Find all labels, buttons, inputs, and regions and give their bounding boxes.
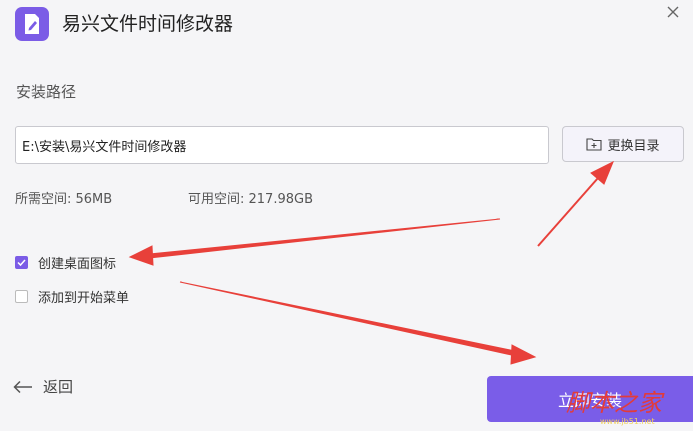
install-path-label: 安装路径 [16,83,77,101]
annotation-arrowhead-install [510,344,537,365]
desktop-shortcut-option[interactable]: 创建桌面图标 [15,253,116,272]
required-space: 所需空间: 56MB [15,192,113,207]
arrow-left-icon [13,380,32,393]
installer-window: 易兴文件时间修改器 安装路径 更换目录 所需空间: 56MB 可用空间: 217… [0,0,693,431]
start-menu-label: 添加到开始菜单 [38,291,130,306]
folder-add-icon [586,138,603,151]
annotation-arrow-install [179,281,517,357]
annotation-arrow-browse [537,177,599,247]
annotation-arrows [128,160,614,365]
desktop-shortcut-checkbox[interactable] [15,256,28,269]
app-title: 易兴文件时间修改器 [62,13,234,35]
annotation-arrowhead-browse [590,160,614,185]
app-icon [15,7,49,41]
checkmark-icon [17,259,26,267]
install-path-input[interactable] [15,126,549,164]
start-menu-option[interactable]: 添加到开始菜单 [15,287,129,306]
back-button[interactable]: 返回 [13,376,73,397]
document-edit-icon [25,14,39,34]
start-menu-checkbox[interactable] [15,290,28,303]
available-space: 可用空间: 217.98GB [188,192,313,207]
close-button[interactable] [665,4,681,20]
annotation-arrowhead-desktop-shortcut [128,245,154,266]
change-directory-button[interactable]: 更换目录 [562,126,684,162]
close-icon [667,6,679,18]
install-now-button[interactable]: 立即安装 [487,376,693,422]
change-directory-label: 更换目录 [607,138,660,154]
back-label: 返回 [43,378,74,396]
install-now-label: 立即安装 [557,391,622,410]
desktop-shortcut-label: 创建桌面图标 [38,257,117,272]
annotation-arrow-desktop-shortcut [149,218,501,259]
